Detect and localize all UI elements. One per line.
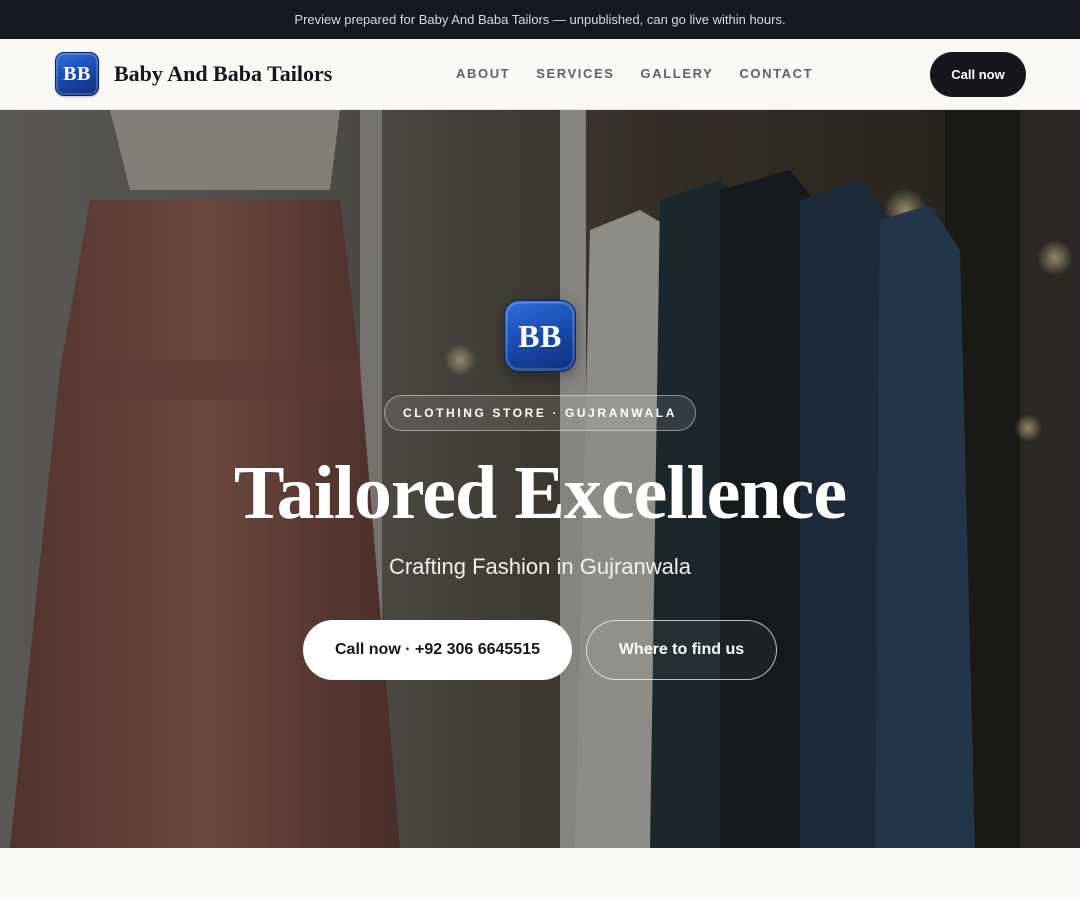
hero-logo-badge: BB — [504, 300, 576, 372]
logo-initials: BB — [63, 62, 91, 85]
header-call-now-button[interactable]: Call now — [930, 52, 1026, 97]
hero-logo-initials: BB — [518, 317, 562, 354]
hero-section: BB CLOTHING STORE · GUJRANWALA Tailored … — [0, 110, 1080, 848]
hero-title: Tailored Excellence — [233, 451, 847, 535]
hero-subtitle: Crafting Fashion in Gujranwala — [388, 554, 692, 579]
main-nav: ABOUT SERVICES GALLERY CONTACT — [456, 66, 813, 81]
nav-link-services[interactable]: SERVICES — [536, 66, 614, 81]
nav-link-contact[interactable]: CONTACT — [739, 66, 813, 81]
where-to-find-us-button[interactable]: Where to find us — [586, 620, 777, 680]
call-now-button[interactable]: Call now · +92 306 6645515 — [303, 620, 572, 680]
site-header: BB Baby And Baba Tailors ABOUT SERVICES … — [0, 39, 1080, 110]
preview-banner-text: Preview prepared for Baby And Baba Tailo… — [294, 12, 786, 27]
logo-badge[interactable]: BB — [55, 52, 99, 96]
category-pill: CLOTHING STORE · GUJRANWALA — [384, 395, 696, 431]
nav-link-gallery[interactable]: GALLERY — [641, 66, 714, 81]
nav-link-about[interactable]: ABOUT — [456, 66, 510, 81]
brand-name[interactable]: Baby And Baba Tailors — [114, 61, 332, 87]
preview-banner: Preview prepared for Baby And Baba Tailo… — [0, 0, 1080, 39]
